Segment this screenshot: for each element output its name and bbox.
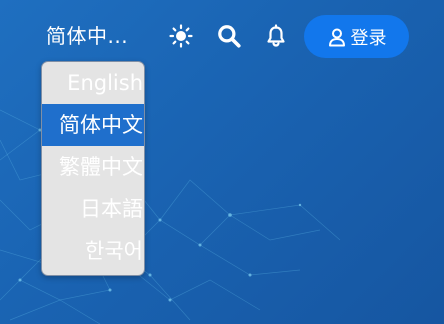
user-icon (327, 27, 347, 47)
search-icon (216, 23, 242, 49)
language-selector[interactable]: 简体中... (46, 22, 128, 50)
search-button[interactable] (215, 22, 243, 50)
sun-icon (169, 24, 193, 48)
language-option-simplified-chinese[interactable]: 简体中文 (42, 104, 144, 146)
theme-toggle-button[interactable] (167, 22, 195, 50)
login-button[interactable]: 登录 (304, 15, 409, 58)
language-option-english[interactable]: English (42, 62, 144, 104)
language-dropdown: English 简体中文 繁體中文 日本語 한국어 (41, 61, 145, 276)
page: 简体中... 登录 English 简体中文 繁體中文 日本語 한국어 (0, 0, 444, 324)
login-label: 登录 (350, 27, 387, 49)
language-option-traditional-chinese[interactable]: 繁體中文 (42, 146, 144, 188)
language-option-japanese[interactable]: 日本語 (42, 188, 144, 230)
language-option-korean[interactable]: 한국어 (42, 230, 144, 272)
bell-icon (264, 24, 288, 48)
notifications-button[interactable] (262, 22, 290, 50)
